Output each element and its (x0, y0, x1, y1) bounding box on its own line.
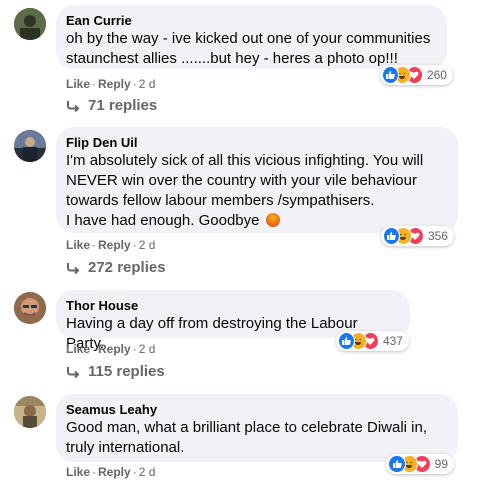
comment-actions: Like · Reply · 2 d (66, 238, 156, 252)
comment-actions: Like · Reply · 2 d (66, 465, 156, 479)
reply-button[interactable]: Reply (98, 465, 131, 479)
replies-count: 71 replies (88, 97, 158, 114)
replies-count: 115 replies (88, 363, 165, 380)
reaction-count: 99 (434, 457, 448, 471)
timestamp[interactable]: 2 d (139, 342, 156, 356)
like-button[interactable]: Like (66, 238, 90, 252)
reactions-summary[interactable]: 356 (381, 226, 454, 246)
like-icon (382, 66, 399, 84)
reaction-count: 356 (427, 229, 448, 243)
comment-author[interactable]: Ean Currie (66, 13, 435, 29)
angry-emoji-icon (265, 213, 280, 227)
avatar[interactable] (14, 8, 46, 40)
avatar[interactable] (14, 292, 46, 324)
reply-button[interactable]: Reply (98, 238, 131, 252)
reply-button[interactable]: Reply (98, 342, 131, 356)
like-icon (338, 332, 355, 350)
comment-actions: Like · Reply · 2 d (66, 342, 156, 356)
like-button[interactable]: Like (66, 77, 90, 91)
comment-text: I'm absolutely sick of all this vicious … (66, 151, 446, 231)
comment-author[interactable]: Seamus Leahy (66, 402, 446, 418)
avatar[interactable] (14, 130, 46, 162)
view-replies-button[interactable]: 272 replies (66, 258, 166, 278)
timestamp[interactable]: 2 d (139, 465, 156, 479)
like-button[interactable]: Like (66, 342, 90, 356)
reply-button[interactable]: Reply (98, 77, 131, 91)
avatar[interactable] (14, 396, 46, 428)
reaction-count: 437 (382, 334, 403, 348)
replies-count: 272 replies (88, 259, 166, 276)
reaction-count: 260 (426, 68, 447, 82)
reactions-summary[interactable]: 437 (336, 331, 409, 351)
comment-bubble: Ean Currie oh by the way - ive kicked ou… (56, 5, 447, 69)
comment-text-content: I'm absolutely sick of all this vicious … (66, 152, 424, 229)
comment-author[interactable]: Flip Den Uil (66, 135, 446, 151)
comment-text: oh by the way - ive kicked out one of yo… (66, 30, 431, 67)
view-replies-button[interactable]: 115 replies (66, 362, 165, 382)
reply-arrow-icon (67, 101, 80, 112)
comment-bubble: Flip Den Uil I'm absolutely sick of all … (56, 127, 458, 233)
comment-actions: Like · Reply · 2 d (66, 77, 156, 91)
timestamp[interactable]: 2 d (139, 77, 156, 91)
like-icon (383, 227, 400, 245)
comment-text: Good man, what a brilliant place to cele… (66, 419, 428, 456)
reactions-summary[interactable]: 260 (380, 65, 453, 85)
comment-bubble: Seamus Leahy Good man, what a brilliant … (56, 394, 458, 462)
view-replies-button[interactable]: 71 replies (66, 96, 157, 116)
reply-arrow-icon (67, 367, 80, 378)
comment-author[interactable]: Thor House (66, 298, 398, 314)
like-button[interactable]: Like (66, 465, 90, 479)
reply-arrow-icon (67, 263, 80, 274)
timestamp[interactable]: 2 d (139, 238, 156, 252)
reactions-summary[interactable]: 99 (386, 454, 454, 474)
like-icon (388, 455, 406, 473)
